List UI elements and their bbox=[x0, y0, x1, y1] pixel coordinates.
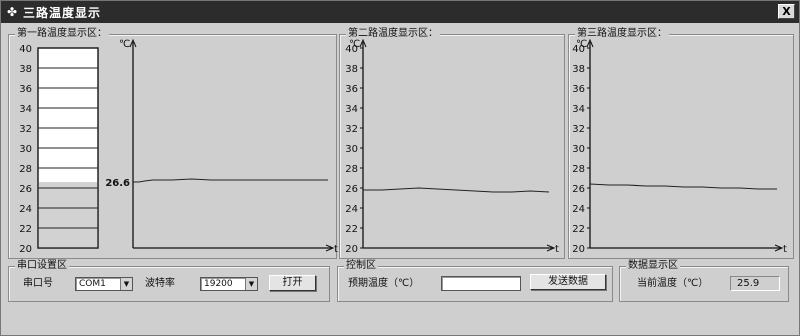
panel-3-title: 第三路温度显示区： bbox=[575, 28, 669, 40]
chevron-down-icon[interactable]: ▼ bbox=[245, 278, 257, 290]
open-port-button[interactable]: 打开 bbox=[269, 275, 316, 291]
baud-label: 波特率 bbox=[145, 278, 175, 289]
setpoint-label: 预期温度（℃） bbox=[348, 278, 420, 289]
chevron-down-icon[interactable]: ▼ bbox=[120, 278, 132, 290]
close-button[interactable]: X bbox=[778, 4, 795, 19]
app-window: ✤ 三路温度显示 X 第一路温度显示区： 第二路温度显示区： 第三路温度显示区：… bbox=[0, 0, 800, 336]
title-bar[interactable]: ✤ 三路温度显示 X bbox=[1, 1, 799, 23]
current-temp-display: 25.9 bbox=[730, 276, 780, 291]
panel-channel-3: 第三路温度显示区： bbox=[568, 28, 794, 259]
panel-2-title: 第二路温度显示区： bbox=[346, 28, 440, 40]
panel-1-title: 第一路温度显示区： bbox=[15, 28, 109, 40]
data-display-title: 数据显示区 bbox=[626, 260, 680, 272]
baud-select[interactable]: 19200 ▼ bbox=[200, 277, 258, 291]
control-title: 控制区 bbox=[344, 260, 378, 272]
serial-settings-title: 串口设置区 bbox=[15, 260, 69, 272]
panel-channel-2: 第二路温度显示区： bbox=[339, 28, 565, 259]
setpoint-input[interactable] bbox=[441, 276, 521, 291]
port-value: COM1 bbox=[79, 279, 106, 289]
send-data-button[interactable]: 发送数据 bbox=[530, 274, 606, 290]
port-select[interactable]: COM1 ▼ bbox=[75, 277, 133, 291]
app-logo-icon: ✤ bbox=[6, 5, 18, 19]
baud-value: 19200 bbox=[204, 279, 233, 289]
port-label: 串口号 bbox=[23, 278, 53, 289]
current-temp-label: 当前温度（℃） bbox=[637, 278, 709, 289]
panel-channel-1: 第一路温度显示区： bbox=[8, 28, 337, 259]
window-title: 三路温度显示 bbox=[23, 5, 102, 20]
